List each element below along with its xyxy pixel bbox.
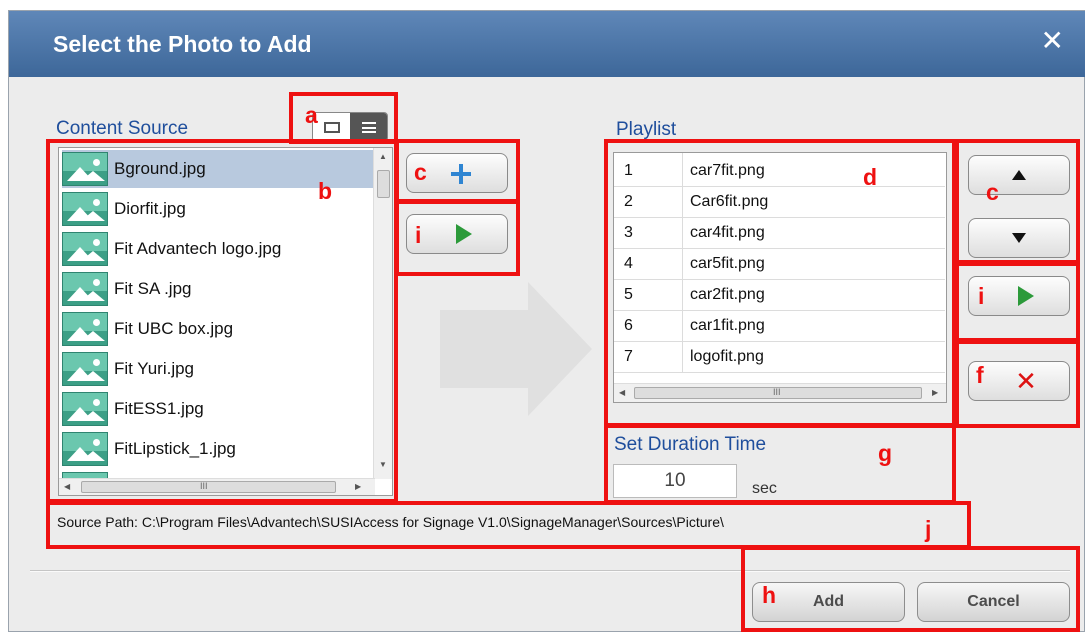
annotation-label-c-left: c (414, 159, 427, 185)
title-bar: Select the Photo to Add ✕ (9, 11, 1085, 77)
callout-box-i-left (395, 200, 520, 276)
callout-box-d (604, 139, 956, 427)
annotation-label-i-left: i (415, 222, 422, 248)
callout-box-g (604, 424, 956, 504)
annotation-label-g: g (878, 440, 893, 466)
annotation-label-a: a (305, 102, 318, 128)
callout-box-j (46, 501, 971, 549)
callout-box-f (955, 340, 1080, 428)
annotation-label-d: d (863, 164, 878, 190)
callout-box-h (741, 546, 1080, 632)
callout-box-i-right (955, 262, 1080, 342)
close-icon[interactable]: ✕ (1041, 27, 1064, 55)
content-source-label: Content Source (56, 118, 189, 139)
annotation-label-c-right: c (986, 179, 999, 205)
playlist-label: Playlist (616, 119, 677, 140)
annotation-label-f: f (976, 362, 984, 388)
annotation-label-h: h (762, 582, 777, 608)
annotation-label-b: b (318, 178, 333, 204)
callout-box-b (46, 139, 398, 503)
dialog-title: Select the Photo to Add (53, 31, 312, 57)
annotation-label-i-right: i (978, 283, 985, 309)
annotation-label-j: j (925, 516, 932, 542)
callout-box-c-right (955, 139, 1080, 264)
